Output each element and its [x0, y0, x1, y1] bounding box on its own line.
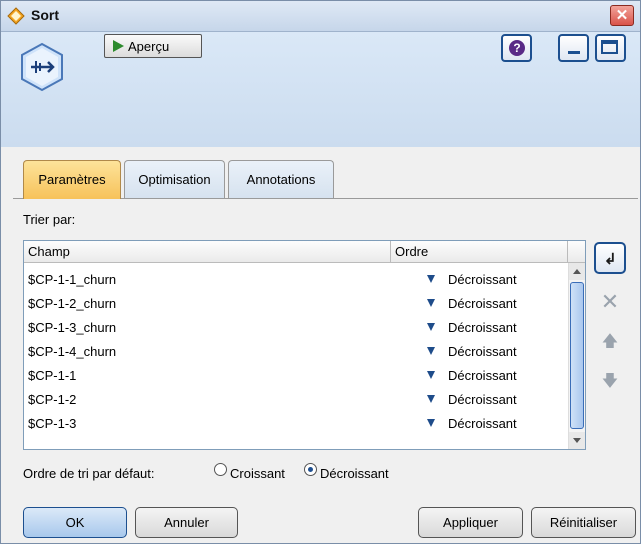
- table-row[interactable]: $CP-1-2_churn Décroissant: [24, 292, 568, 316]
- sort-fields-table[interactable]: Champ Ordre $CP-1-1_churn Décroissant $C…: [23, 240, 586, 450]
- column-header-order[interactable]: Ordre: [391, 241, 568, 263]
- delete-icon[interactable]: ✕: [594, 286, 626, 318]
- minimize-button[interactable]: [558, 34, 589, 62]
- table-row[interactable]: $CP-1-4_churn Décroissant: [24, 340, 568, 364]
- toolbar-area: [1, 32, 640, 147]
- order-cell[interactable]: Décroissant: [448, 344, 517, 359]
- field-cell: $CP-1-4_churn: [28, 344, 117, 359]
- order-cell[interactable]: Décroissant: [448, 392, 517, 407]
- order-cell[interactable]: Décroissant: [448, 368, 517, 383]
- scroll-down-icon[interactable]: [569, 432, 585, 449]
- table-row[interactable]: $CP-1-3_churn Décroissant: [24, 316, 568, 340]
- column-header-corner: [568, 241, 585, 263]
- add-field-button[interactable]: ↲: [594, 242, 626, 274]
- order-cell[interactable]: Décroissant: [448, 296, 517, 311]
- tab-optimisation[interactable]: Optimisation: [124, 160, 225, 198]
- field-cell: $CP-1-1: [28, 368, 77, 383]
- sort-by-label: Trier par:: [23, 212, 76, 227]
- tab-annotations[interactable]: Annotations: [228, 160, 334, 198]
- scroll-up-icon[interactable]: [569, 263, 585, 280]
- title-bar[interactable]: Sort ✕: [1, 1, 640, 32]
- table-row[interactable]: $CP-1-1 Décroissant: [24, 364, 568, 388]
- cancel-button[interactable]: Annuler: [135, 507, 238, 538]
- field-cell: $CP-1-3: [28, 416, 77, 431]
- field-cell: $CP-1-3_churn: [28, 320, 117, 335]
- table-row[interactable]: $CP-1-1_churn Décroissant: [24, 268, 568, 292]
- sort-arrow-icon[interactable]: [427, 371, 435, 379]
- minimize-icon: [568, 51, 580, 54]
- order-cell[interactable]: Décroissant: [448, 272, 517, 287]
- field-cell: $CP-1-1_churn: [28, 272, 117, 287]
- sort-dialog: Sort ✕ Aperçu ? Paramètres Optimisation …: [0, 0, 641, 544]
- sort-arrow-icon[interactable]: [427, 323, 435, 331]
- window-title: Sort: [31, 7, 59, 23]
- sort-arrow-icon[interactable]: [427, 299, 435, 307]
- sort-arrow-icon[interactable]: [427, 395, 435, 403]
- sort-arrow-icon[interactable]: [427, 347, 435, 355]
- radio-decroissant[interactable]: [304, 463, 317, 476]
- maximize-icon: [601, 40, 618, 54]
- radio-croissant-label[interactable]: Croissant: [230, 466, 285, 481]
- add-field-icon: ↲: [604, 251, 617, 268]
- field-cell: $CP-1-2: [28, 392, 77, 407]
- ok-button[interactable]: OK: [23, 507, 127, 538]
- radio-croissant[interactable]: [214, 463, 227, 476]
- move-down-icon[interactable]: 🡇: [594, 366, 626, 398]
- reset-button[interactable]: Réinitialiser: [531, 507, 636, 538]
- sort-node-icon: [21, 42, 63, 92]
- help-button[interactable]: ?: [501, 34, 532, 62]
- preview-button[interactable]: Aperçu: [104, 34, 202, 58]
- apply-button[interactable]: Appliquer: [418, 507, 523, 538]
- tab-parametres[interactable]: Paramètres: [23, 160, 121, 199]
- table-scrollbar[interactable]: [568, 263, 585, 449]
- close-icon: ✕: [615, 7, 629, 24]
- move-up-icon[interactable]: 🡅: [594, 326, 626, 358]
- sort-arrow-icon[interactable]: [427, 275, 435, 283]
- field-cell: $CP-1-2_churn: [28, 296, 117, 311]
- order-cell[interactable]: Décroissant: [448, 416, 517, 431]
- table-row[interactable]: $CP-1-3 Décroissant: [24, 412, 568, 436]
- radio-decroissant-label[interactable]: Décroissant: [320, 466, 389, 481]
- play-icon: [113, 40, 124, 52]
- order-cell[interactable]: Décroissant: [448, 320, 517, 335]
- close-button[interactable]: ✕: [610, 5, 634, 26]
- app-diamond-icon: [7, 7, 25, 25]
- scroll-thumb[interactable]: [570, 282, 584, 429]
- sort-arrow-icon[interactable]: [427, 419, 435, 427]
- default-order-label: Ordre de tri par défaut:: [23, 466, 155, 481]
- preview-label: Aperçu: [128, 39, 170, 54]
- help-icon: ?: [509, 40, 525, 56]
- maximize-button[interactable]: [595, 34, 626, 62]
- table-row[interactable]: $CP-1-2 Décroissant: [24, 388, 568, 412]
- column-header-field[interactable]: Champ: [24, 241, 391, 263]
